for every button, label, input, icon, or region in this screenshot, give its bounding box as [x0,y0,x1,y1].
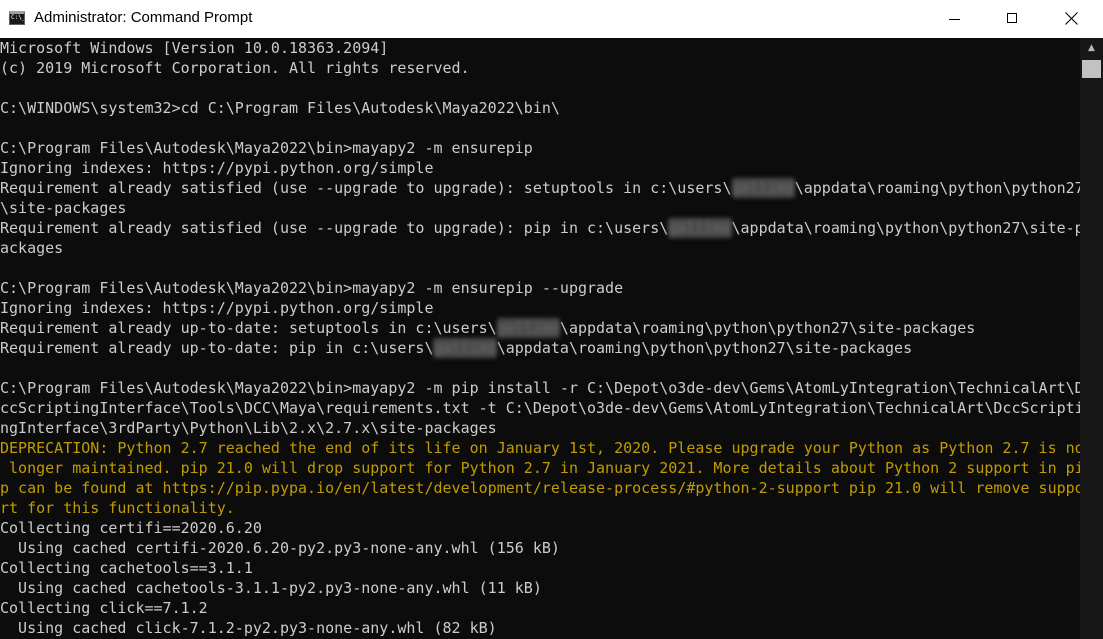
scroll-up-arrow-icon[interactable]: ▲ [1080,38,1103,58]
console-line: Ignoring indexes: https://pypi.python.or… [0,159,434,177]
console-text: Requirement already satisfied (use --upg… [0,179,732,197]
console-line: Requirement already satisfied (use --upg… [0,178,1080,198]
console-line: C:\WINDOWS\system32>cd C:\Program Files\… [0,99,560,117]
console-line: Collecting click==7.1.2 [0,599,208,617]
console-line: Ignoring indexes: https://pypi.python.or… [0,299,434,317]
command-prompt-icon: C:\_ [9,11,25,25]
console-line: Collecting certifi==2020.6.20 [0,519,262,537]
maximize-icon [1007,13,1017,23]
console-text: \appdata\roaming\python\python27\site-p [731,219,1081,237]
redacted-username: gallimd [433,338,497,358]
window-title: Administrator: Command Prompt [34,9,253,26]
console-line: ackages [0,239,64,257]
console-line: Using cached cachetools-3.1.1-py2.py3-no… [0,579,542,597]
console-line: C:\Program Files\Autodesk\Maya2022\bin>m… [0,139,533,157]
console-output[interactable]: Microsoft Windows [Version 10.0.18363.20… [0,38,1080,639]
redacted-username: gallimd [496,318,560,338]
minimize-button[interactable] [925,0,983,38]
console-line: Using cached certifi-2020.6.20-py2.py3-n… [0,539,560,557]
console-warning-line: DEPRECATION: Python 2.7 reached the end … [0,439,1080,457]
console-line: Requirement already up-to-date: setuptoo… [0,318,975,338]
console-line: C:\Program Files\Autodesk\Maya2022\bin>m… [0,379,1080,397]
close-icon [1065,12,1078,25]
console-line: Collecting cachetools==3.1.1 [0,559,253,577]
console-text: \appdata\roaming\python\python27\site-pa… [559,319,976,337]
command-prompt-window: C:\_ Administrator: Command Prompt Micro… [0,0,1103,639]
vertical-scrollbar[interactable]: ▲ [1080,38,1103,639]
console-warning-line: longer maintained. pip 21.0 will drop su… [0,459,1080,477]
console-line: ccScriptingInterface\Tools\DCC\Maya\requ… [0,399,1080,417]
console-line: Requirement already satisfied (use --upg… [0,218,1080,238]
console-line: C:\Program Files\Autodesk\Maya2022\bin>m… [0,279,624,297]
console-text: \appdata\roaming\python\python27 [794,179,1080,197]
console-warning-line: rt for this functionality. [0,499,235,517]
console-line: Requirement already up-to-date: pip in c… [0,338,912,358]
console-text: \appdata\roaming\python\python27\site-pa… [496,339,913,357]
console-line: ngInterface\3rdParty\Python\Lib\2.x\2.7.… [0,419,497,437]
console-text: Requirement already satisfied (use --upg… [0,219,669,237]
console-text: Requirement already up-to-date: pip in c… [0,339,434,357]
close-button[interactable] [1041,0,1103,38]
console-line: \site-packages [0,199,127,217]
scroll-thumb[interactable] [1082,60,1101,78]
minimize-icon [949,19,960,20]
console-warning-line: p can be found at https://pip.pypa.io/en… [0,479,1080,497]
console-line: Microsoft Windows [Version 10.0.18363.20… [0,39,389,57]
console-text: Requirement already up-to-date: setuptoo… [0,319,497,337]
title-bar[interactable]: C:\_ Administrator: Command Prompt [0,0,1103,38]
console-line: Using cached click-7.1.2-py2.py3-none-an… [0,619,497,637]
maximize-button[interactable] [983,0,1041,38]
redacted-username: gallimd [668,218,732,238]
redacted-username: gallimd [731,178,795,198]
console-line: (c) 2019 Microsoft Corporation. All righ… [0,59,470,77]
